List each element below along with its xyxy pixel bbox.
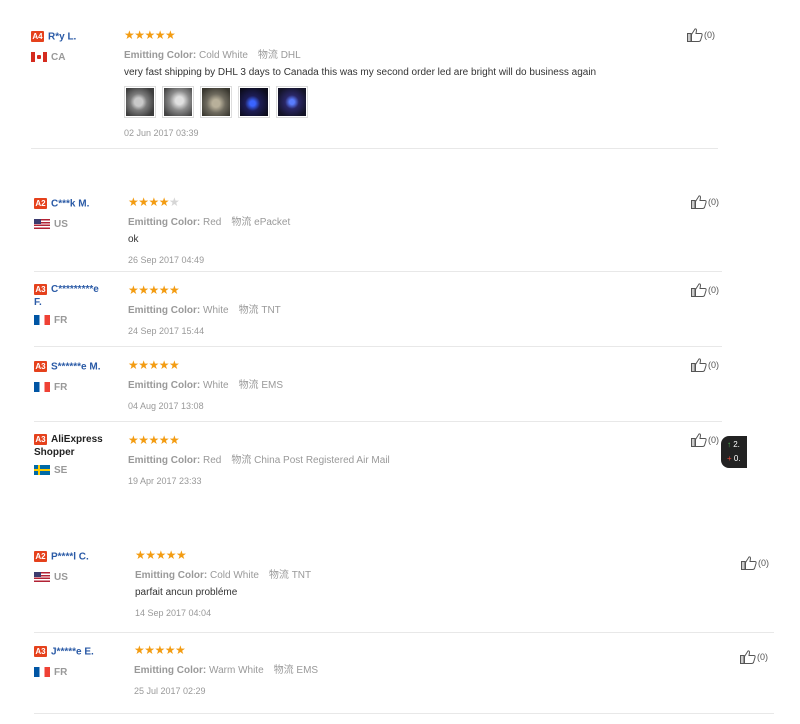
review-body: ★★★★★ Emitting Color: Red 物流 ePacket ok 2… (128, 195, 668, 265)
thumbs-up-icon (691, 358, 707, 372)
reviewer-name[interactable]: R*y L. (48, 31, 76, 42)
france-flag-icon (34, 667, 50, 678)
thumbs-up-icon (691, 283, 707, 297)
france-flag-icon (34, 315, 50, 326)
country: FR (34, 667, 124, 678)
us-flag-icon (34, 219, 50, 230)
star-rating: ★★★★★ (128, 195, 180, 209)
review-date: 02 Jun 2017 03:39 (124, 128, 199, 138)
divider (31, 148, 718, 149)
country: CA (31, 52, 121, 63)
level-badge: A3 (34, 433, 47, 445)
helpful-button[interactable]: (0) (741, 556, 769, 570)
reviewer-info: A3 S******e M. FR (34, 358, 124, 393)
reviewer-name[interactable]: C*********e (51, 284, 99, 295)
review-text: ok (128, 234, 139, 245)
review-text: parfait ancun probléme (135, 587, 238, 598)
reviewer-info: A3 AliExpress Shopper SE (34, 433, 124, 476)
plus-icon: + (727, 454, 732, 463)
star-rating: ★★★★★ (124, 28, 176, 42)
helpful-button[interactable]: (0) (691, 358, 719, 372)
review-body: ★★★★★ Emitting Color: White 物流 EMS 04 Aug… (128, 358, 668, 411)
reviewer-name[interactable]: S******e M. (51, 361, 100, 372)
thumbs-up-icon (691, 195, 707, 209)
reviewer-name: AliExpress (51, 434, 103, 445)
review-meta: Emitting Color: White 物流 TNT (128, 305, 281, 316)
star-rating: ★★★★★ (128, 283, 180, 297)
reviewer-name[interactable]: J*****e E. (51, 646, 94, 657)
helpful-button[interactable]: (0) (691, 433, 719, 447)
review-meta: Emitting Color: Red 物流 ePacket (128, 217, 291, 228)
helpful-button[interactable]: (0) (687, 28, 715, 42)
review-date: 24 Sep 2017 15:44 (128, 326, 205, 336)
review-meta: Emitting Color: White 物流 EMS (128, 380, 284, 391)
reviewer-info: A2 C***k M. US (34, 195, 124, 230)
reviewer-info: A2 P****l C. US (34, 548, 124, 583)
sweden-flag-icon (34, 465, 50, 476)
review-body: ★★★★★ Emitting Color: Cold White 物流 DHL v… (124, 28, 684, 138)
reviewer-info: A3 C*********e F. FR (34, 283, 124, 326)
review-photo[interactable] (200, 86, 232, 118)
helpful-button[interactable]: (0) (740, 650, 768, 664)
us-flag-icon (34, 572, 50, 583)
review-photo[interactable] (124, 86, 156, 118)
divider (34, 346, 722, 347)
review-meta: Emitting Color: Warm White 物流 EMS (134, 665, 319, 676)
thumbs-up-icon (687, 28, 703, 42)
reviewer-name[interactable]: C***k M. (51, 198, 89, 209)
country: FR (34, 315, 124, 326)
france-flag-icon (34, 382, 50, 393)
reviewer-info: A3 J*****e E. FR (34, 643, 124, 678)
reviewer-info: A4 R*y L. CA (31, 28, 121, 63)
review-date: 25 Jul 2017 02:29 (134, 686, 206, 696)
thumbs-up-icon (691, 433, 707, 447)
level-badge: A3 (34, 646, 47, 658)
review-body: ★★★★★ Emitting Color: White 物流 TNT 24 Sep… (128, 283, 668, 336)
review-date: 04 Aug 2017 13:08 (128, 401, 204, 411)
arrow-up-icon: ↑ (727, 440, 731, 449)
divider (34, 713, 774, 714)
review-photo[interactable] (238, 86, 270, 118)
review-meta: Emitting Color: Red 物流 China Post Registe… (128, 455, 390, 466)
reviewer-name[interactable]: P****l C. (51, 551, 89, 562)
divider (34, 271, 722, 272)
level-badge: A3 (34, 361, 47, 373)
review-meta: Emitting Color: Cold White 物流 TNT (135, 570, 312, 581)
star-rating: ★★★★★ (128, 358, 180, 372)
level-badge: A4 (31, 31, 44, 43)
review-photo[interactable] (276, 86, 308, 118)
thumbs-up-icon (741, 556, 757, 570)
level-badge: A3 (34, 283, 47, 295)
helpful-button[interactable]: (0) (691, 283, 719, 297)
review-meta: Emitting Color: Cold White 物流 DHL (124, 50, 301, 61)
helpful-button[interactable]: (0) (691, 195, 719, 209)
canada-flag-icon (31, 52, 47, 63)
star-rating: ★★★★★ (134, 643, 186, 657)
review-body: ★★★★★ Emitting Color: Cold White 物流 TNT p… (135, 548, 715, 618)
level-badge: A2 (34, 551, 47, 563)
review-date: 19 Apr 2017 23:33 (128, 476, 202, 486)
divider (34, 632, 774, 633)
star-rating: ★★★★★ (135, 548, 187, 562)
thumbs-up-icon (740, 650, 756, 664)
review-photo[interactable] (162, 86, 194, 118)
country: US (34, 572, 124, 583)
review-body: ★★★★★ Emitting Color: Red 物流 China Post R… (128, 433, 668, 486)
review-date: 26 Sep 2017 04:49 (128, 255, 205, 265)
level-badge: A2 (34, 198, 47, 210)
country: SE (34, 465, 124, 476)
country: US (34, 219, 124, 230)
review-photos (124, 86, 684, 118)
divider (34, 421, 722, 422)
review-body: ★★★★★ Emitting Color: Warm White 物流 EMS 2… (134, 643, 714, 696)
review-text: very fast shipping by DHL 3 days to Cana… (124, 67, 597, 78)
review-date: 14 Sep 2017 04:04 (135, 608, 212, 618)
country: FR (34, 382, 124, 393)
star-rating: ★★★★★ (128, 433, 180, 447)
floating-widget[interactable]: ↑ 2. + 0. (721, 436, 747, 468)
